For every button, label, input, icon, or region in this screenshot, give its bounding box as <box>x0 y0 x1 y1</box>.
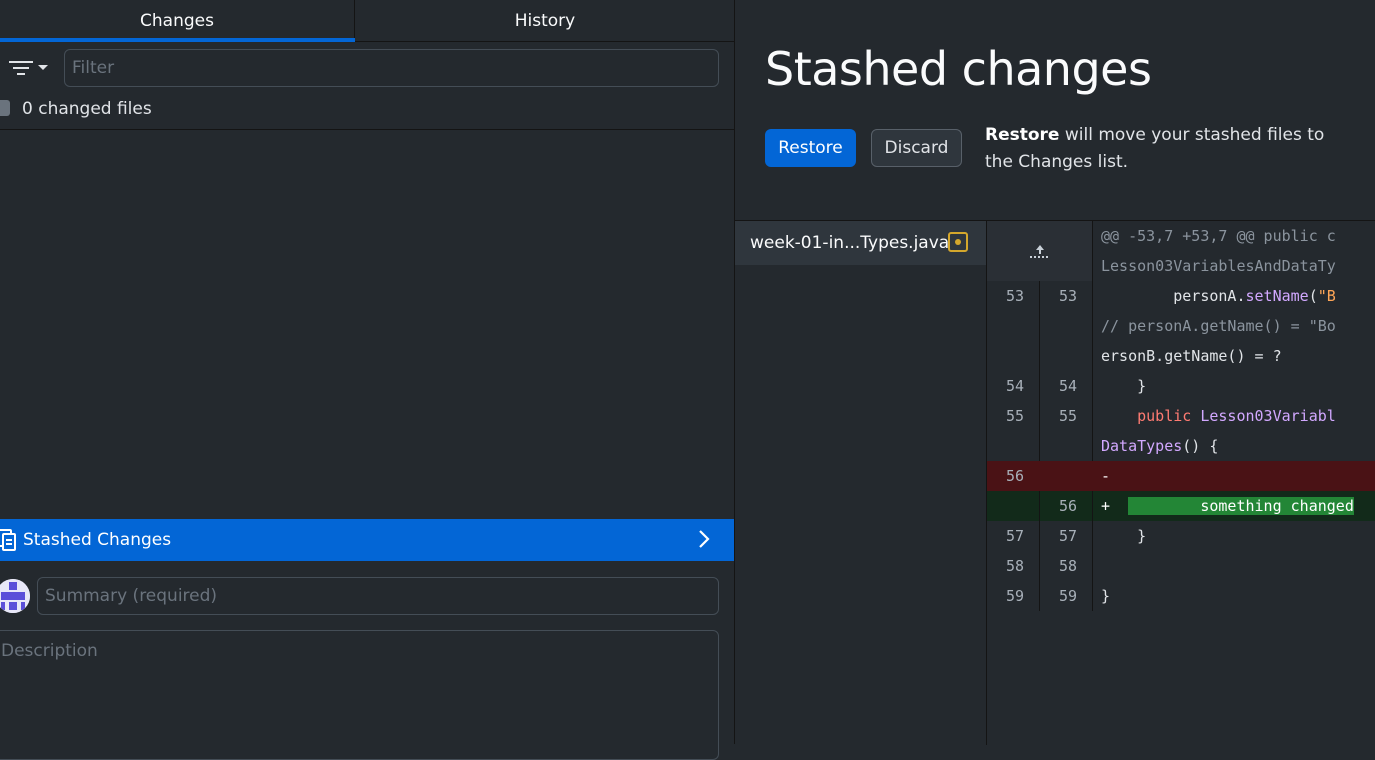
avatar <box>0 579 30 613</box>
new-line-number: 57 <box>1040 521 1093 551</box>
hunk-header: @@ -53,7 +53,7 @@ public c <box>1101 227 1336 245</box>
old-line-number: 58 <box>987 551 1040 581</box>
filter-icon <box>9 61 33 75</box>
new-line-number: 58 <box>1040 551 1093 581</box>
new-line-number: 54 <box>1040 371 1093 401</box>
select-all-checkbox[interactable] <box>0 100 10 116</box>
old-line-number <box>987 491 1040 521</box>
summary-input[interactable] <box>37 577 719 615</box>
discard-button[interactable]: Discard <box>871 129 962 167</box>
diff-code: + something changed <box>1101 497 1354 515</box>
tab-changes-label: Changes <box>140 10 214 31</box>
hunk-context: Lesson03VariablesAndDataTy <box>1101 257 1336 275</box>
stash-icon <box>0 529 16 551</box>
filter-options-button[interactable] <box>0 49 58 87</box>
new-line-number: 59 <box>1040 581 1093 611</box>
new-line-number <box>1040 341 1093 371</box>
stash-files-area: week-01-in...Types.java @@ -53,7 +53,7 @… <box>735 220 1375 745</box>
changes-pane: Changes History 0 changed files <box>0 0 735 760</box>
hunk-header-row: @@ -53,7 +53,7 @@ public c Lesson03Varia… <box>987 221 1375 281</box>
changed-files-count: 0 changed files <box>22 99 152 119</box>
filter-row <box>0 42 734 90</box>
diff-line: // personA.getName() = "Bo <box>987 311 1375 341</box>
old-line-number <box>987 341 1040 371</box>
diff-code: } <box>1101 377 1147 395</box>
old-line-number: 54 <box>987 371 1040 401</box>
description-input[interactable] <box>0 630 719 760</box>
file-name: week-01-in...Types.java <box>750 233 950 253</box>
expand-up-icon <box>1030 245 1050 258</box>
diff-code: public Lesson03Variabl <box>1137 407 1336 425</box>
new-line-number: 55 <box>1040 401 1093 431</box>
old-line-number <box>987 431 1040 461</box>
changed-files-header: 0 changed files <box>0 90 734 130</box>
diff-line: 58 58 <box>987 551 1375 581</box>
stashed-changes-button[interactable]: Stashed Changes <box>0 519 734 561</box>
diff-line: DataTypes() { <box>987 431 1375 461</box>
tab-history[interactable]: History <box>356 0 734 41</box>
stash-panel: Stashed changes Restore Discard Restore … <box>735 0 1375 745</box>
filter-input[interactable] <box>64 49 719 87</box>
diff-line: 55 55 public Lesson03Variabl <box>987 401 1375 431</box>
diff-code <box>1093 551 1101 581</box>
modified-status-icon <box>948 232 968 252</box>
chevron-right-icon <box>699 530 710 548</box>
diff-line: 57 57 } <box>987 521 1375 551</box>
caret-down-icon <box>38 65 48 70</box>
old-line-number: 57 <box>987 521 1040 551</box>
restore-button[interactable]: Restore <box>765 129 856 167</box>
new-line-number <box>1040 431 1093 461</box>
stash-file-list: week-01-in...Types.java <box>735 221 987 745</box>
new-line-number: 56 <box>1040 491 1093 521</box>
diff-view: @@ -53,7 +53,7 @@ public c Lesson03Varia… <box>987 221 1375 611</box>
restore-note-bold: Restore <box>985 125 1060 145</box>
diff-code: } <box>1101 527 1147 545</box>
diff-code: ersonB.getName() = ? <box>1101 347 1282 365</box>
old-line-number: 56 <box>987 461 1040 491</box>
stashed-changes-label: Stashed Changes <box>23 530 172 550</box>
diff-code: // personA.getName() = "Bo <box>1101 317 1336 335</box>
expand-hunk-button[interactable] <box>987 221 1093 281</box>
diff-line: ersonB.getName() = ? <box>987 341 1375 371</box>
diff-code: personA.setName("B <box>1101 287 1336 305</box>
old-line-number <box>987 311 1040 341</box>
new-line-number <box>1040 311 1093 341</box>
tab-bar: Changes History <box>0 0 734 42</box>
diff-line: 54 54 } <box>987 371 1375 401</box>
file-list-item[interactable]: week-01-in...Types.java <box>735 221 986 265</box>
restore-description: Restore will move your stashed files to … <box>985 122 1355 176</box>
diff-line: 53 53 personA.setName("B <box>987 281 1375 311</box>
tab-history-label: History <box>514 10 576 31</box>
diff-line: 56 + something changed <box>987 491 1375 521</box>
new-line-number: 53 <box>1040 281 1093 311</box>
identicon-icon <box>0 579 30 613</box>
diff-code: } <box>1101 587 1111 605</box>
old-line-number: 55 <box>987 401 1040 431</box>
old-line-number: 53 <box>987 281 1040 311</box>
diff-line: 56 - <box>987 461 1375 491</box>
diff-code: - <box>1101 467 1111 485</box>
diff-line: 59 59} <box>987 581 1375 611</box>
new-line-number <box>1040 461 1093 491</box>
diff-code: DataTypes() { <box>1101 437 1219 455</box>
page-title: Stashed changes <box>765 42 1152 96</box>
old-line-number: 59 <box>987 581 1040 611</box>
tab-changes[interactable]: Changes <box>0 0 355 42</box>
